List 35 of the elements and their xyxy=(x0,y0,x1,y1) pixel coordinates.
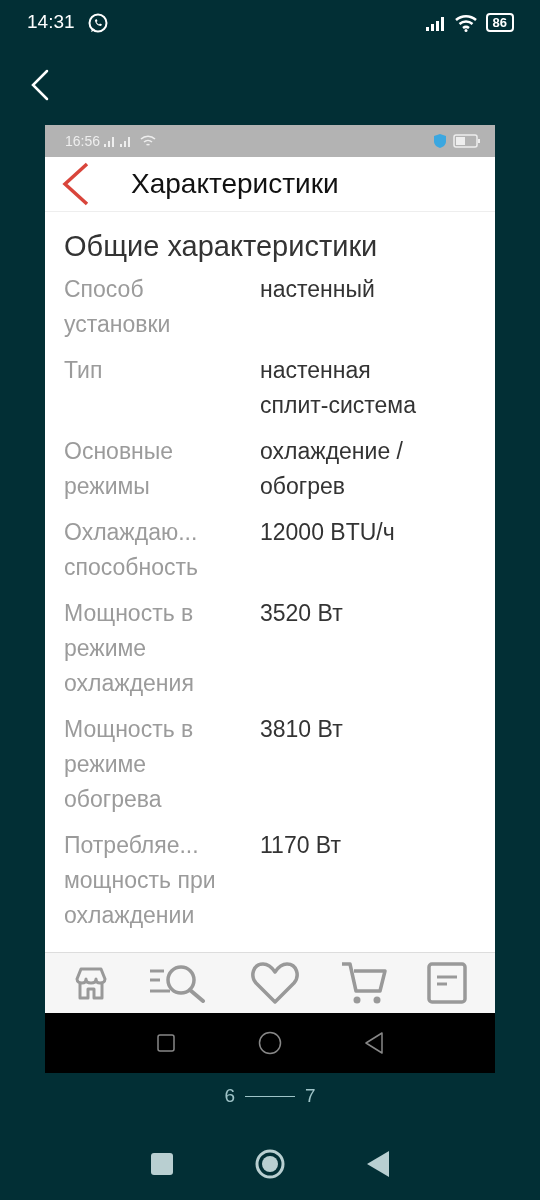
spec-value: 3810 Вт xyxy=(260,715,344,744)
status-time: 14:31 xyxy=(27,10,75,35)
spec-label: Потребляе... мощность при охлаждении xyxy=(64,831,217,930)
wifi-icon xyxy=(140,135,157,147)
page-number: 7 xyxy=(305,1083,316,1108)
chat-icon xyxy=(86,11,109,34)
spec-value: 12000 BTU/ч xyxy=(260,518,396,547)
recents-icon[interactable] xyxy=(151,1152,173,1175)
home-icon[interactable] xyxy=(258,1031,282,1055)
spec-value: 3520 Вт xyxy=(260,599,344,628)
spec-label: Основные режимы xyxy=(64,437,175,501)
heart-icon[interactable] xyxy=(250,961,300,1005)
page-number: 6 xyxy=(224,1083,235,1108)
back-icon[interactable] xyxy=(364,1031,384,1055)
spec-label: Мощность в режиме охлаждения xyxy=(64,599,195,698)
section-title: Общие характеристики xyxy=(64,229,379,264)
spec-label: Охлаждаю... способность xyxy=(64,518,199,582)
wifi-icon xyxy=(453,13,478,32)
spec-value: настенная сплит-система xyxy=(260,356,417,420)
page-title: Характеристики xyxy=(131,167,339,201)
spec-label: Тип xyxy=(64,356,104,385)
spec-label: Способ установки xyxy=(64,275,172,339)
shield-icon xyxy=(433,133,447,149)
spec-value: охлаждение / обогрев xyxy=(260,437,404,501)
status-time: 16:56 xyxy=(65,131,101,151)
recents-icon[interactable] xyxy=(156,1033,176,1053)
back-icon[interactable] xyxy=(367,1150,389,1177)
spec-value: настенный xyxy=(260,275,376,304)
home-icon[interactable] xyxy=(255,1148,285,1179)
cart-icon[interactable] xyxy=(339,961,388,1005)
spec-label: Мощность в режиме обогрева xyxy=(64,715,195,814)
document-icon[interactable] xyxy=(427,962,468,1004)
battery-icon xyxy=(453,134,481,148)
spec-value: 1170 Вт xyxy=(260,831,342,860)
battery-indicator: 86 xyxy=(485,13,514,32)
